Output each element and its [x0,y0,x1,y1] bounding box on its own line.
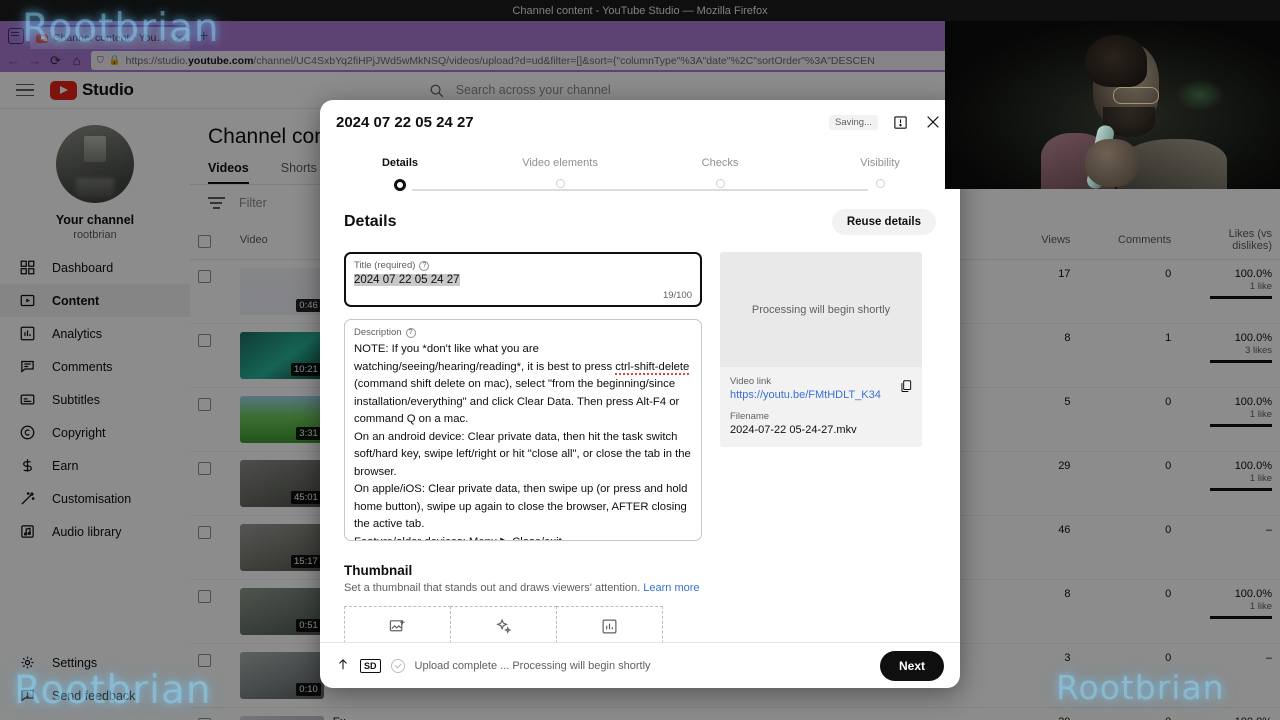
webcam-glasses [1113,87,1159,104]
step-dot-details[interactable] [394,179,406,191]
screen: Channel content - YouTube Studio — Mozil… [0,0,1280,720]
webcam-light-glow [1175,79,1225,111]
step-details[interactable]: Details [320,153,480,171]
details-left-column: Title (required) ? 2024 07 22 05 24 27 1… [344,252,702,541]
reuse-details-button[interactable]: Reuse details [831,209,936,235]
title-field-value: 2024 07 22 05 24 27 [354,274,460,286]
upload-stepper: Details Video elements Checks Visibility [320,144,960,191]
dialog-title: 2024 07 22 05 24 27 [336,113,474,131]
dialog-scroll-body[interactable]: Details Reuse details Title (required) ?… [320,191,960,642]
details-heading: Details [344,213,397,230]
test-and-compare-option[interactable]: Test and compare [556,606,663,642]
video-link-value[interactable]: https://youtu.be/FMtHDLT_K34 [730,389,912,401]
details-section-header: Details Reuse details [344,209,936,235]
learn-more-link[interactable]: Learn more [643,582,699,594]
thumbnail-section: Thumbnail Set a thumbnail that stands ou… [344,563,936,642]
video-preview-placeholder: Processing will begin shortly [720,252,922,367]
processing-text: Processing will begin shortly [751,303,891,316]
misspelled-word: ctrl-shift-delete [615,360,690,375]
step-video-elements[interactable]: Video elements [480,153,640,171]
description-field[interactable]: Description ? NOTE: If you *don't like w… [344,319,702,541]
bar-chart-icon [601,618,618,638]
video-details-dialog: 2024 07 22 05 24 27 Saving... Details Vi… [320,100,960,688]
thumbnail-subtitle: Set a thumbnail that stands out and draw… [344,582,700,594]
auto-generated-option[interactable]: Auto-generated [450,606,557,642]
filename-label: Filename [730,411,770,422]
upload-file-option[interactable]: Upload file [344,606,451,642]
description-field-value: NOTE: If you *don't like what you are wa… [354,343,694,540]
title-field[interactable]: Title (required) ? 2024 07 22 05 24 27 1… [344,252,702,307]
details-right-column: Processing will begin shortly Video link… [720,252,922,541]
next-button[interactable]: Next [879,650,944,681]
help-icon[interactable]: ? [419,260,430,271]
feedback-icon[interactable] [889,111,911,133]
details-columns: Title (required) ? 2024 07 22 05 24 27 1… [344,252,936,541]
help-icon[interactable]: ? [405,327,416,338]
step-visibility[interactable]: Visibility [800,153,960,171]
upload-icon [336,657,350,674]
video-link-label: Video link [730,376,772,387]
saving-status-badge: Saving... [829,114,878,130]
thumbnail-heading: Thumbnail [344,563,413,578]
dialog-header: 2024 07 22 05 24 27 Saving... [320,100,960,144]
step-dot-video-elements[interactable] [555,179,565,188]
video-link-box: Video link https://youtu.be/FMtHDLT_K34 … [720,367,922,447]
resolution-badge: SD [360,658,381,673]
webcam-hair [1085,35,1147,87]
copy-icon[interactable] [899,379,913,398]
thumbnail-options: Upload file Auto-generated Test and comp… [344,606,936,642]
title-char-count: 19/100 [662,290,692,301]
check-circle-icon [390,658,405,673]
step-dot-checks[interactable] [715,179,725,188]
stepper-dots [320,179,960,191]
title-field-label: Title (required) ? [354,260,692,271]
upload-image-icon [389,618,406,638]
step-labels: Details Video elements Checks Visibility [320,153,960,171]
filename-value: 2024-07-22 05-24-27.mkv [730,424,857,436]
sparkle-icon [495,618,512,638]
step-dot-visibility[interactable] [875,179,885,188]
webcam-overlay [945,21,1280,189]
description-field-label: Description ? [354,327,692,338]
dialog-footer: SD Upload complete ... Processing will b… [320,642,960,688]
close-icon[interactable] [922,111,944,133]
upload-status-text: Upload complete ... Processing will begi… [414,659,651,672]
webcam-hand [1085,139,1139,187]
step-checks[interactable]: Checks [640,153,800,171]
